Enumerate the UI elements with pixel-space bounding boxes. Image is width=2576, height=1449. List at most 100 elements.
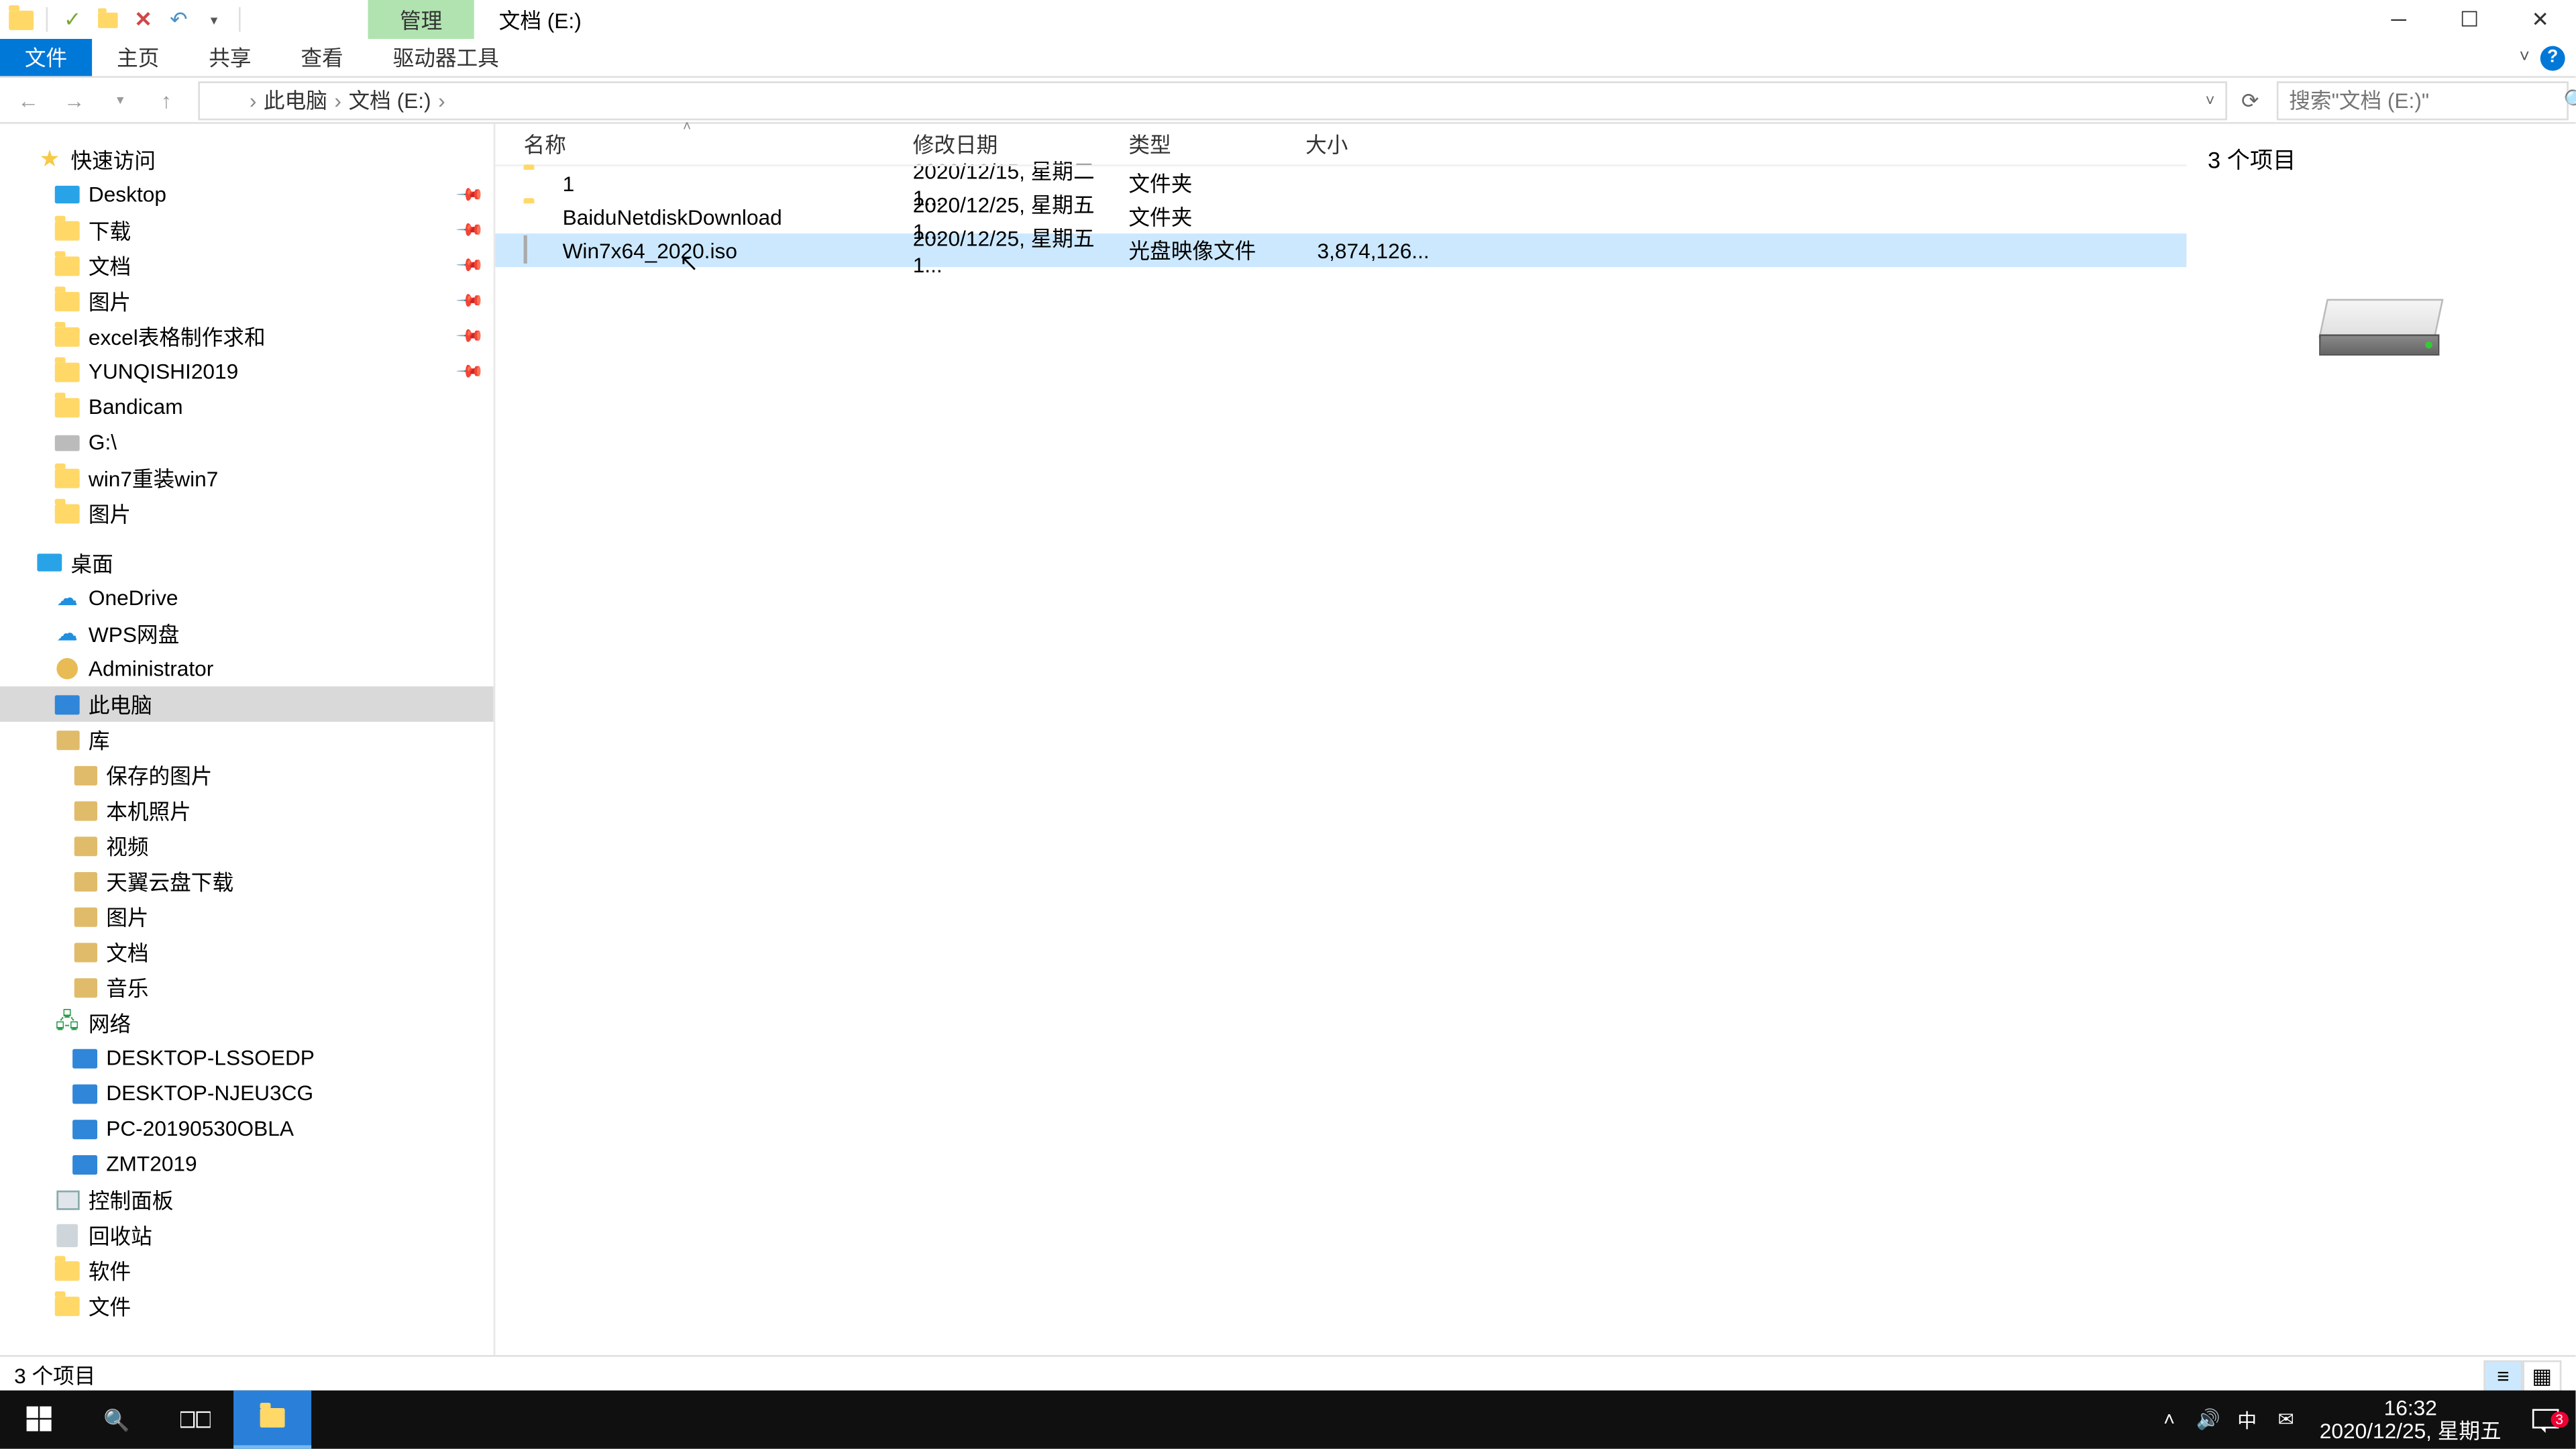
breadcrumb-drive[interactable]: 文档 (E:) <box>349 85 431 115</box>
close-button[interactable]: ✕ <box>2505 0 2575 39</box>
col-name[interactable]: 名称 ˄ <box>524 129 913 160</box>
qat-dropdown-icon[interactable]: ▾ <box>200 5 228 34</box>
preview-summary: 3 个项目 <box>2208 142 2555 175</box>
tray-ime-icon[interactable]: 中 <box>2228 1405 2267 1434</box>
refresh-button[interactable]: ⟳ <box>2231 88 2269 113</box>
tree-extra-item[interactable]: 控制面板 <box>0 1182 494 1218</box>
help-icon[interactable]: ? <box>2540 45 2565 70</box>
tray-clock[interactable]: 16:32 2020/12/25, 星期五 <box>2306 1397 2516 1443</box>
qat-delete-icon[interactable]: ✕ <box>129 5 158 34</box>
file-name: Win7x64_2020.iso <box>563 238 913 263</box>
status-text: 3 个项目 <box>14 1360 95 1391</box>
nav-back-button[interactable]: ← <box>7 80 50 119</box>
address-row: ← → ▾ ↑ › 此电脑 › 文档 (E:) › ˅ ⟳ 🔍 <box>0 78 2575 124</box>
view-thumbnails-button[interactable]: ▦ <box>2522 1360 2561 1391</box>
tree-pinned-item[interactable]: excel表格制作求和📌 <box>0 319 494 354</box>
tree-library-item[interactable]: 保存的图片 <box>0 757 494 793</box>
search-icon[interactable]: 🔍 <box>2563 88 2576 113</box>
tray-overflow-icon[interactable]: ˄ <box>2150 1409 2189 1430</box>
tree-library-item[interactable]: 音乐 <box>0 969 494 1005</box>
ribbon-tab-home[interactable]: 主页 <box>92 39 184 76</box>
col-date[interactable]: 修改日期 <box>913 129 1129 160</box>
item-icon <box>53 286 81 315</box>
tree-network-item[interactable]: DESKTOP-LSSOEDP <box>0 1040 494 1076</box>
item-icon <box>70 973 99 1001</box>
ribbon-tab-file[interactable]: 文件 <box>0 39 92 76</box>
maximize-button[interactable]: ☐ <box>2434 0 2505 39</box>
file-name: 1 <box>563 170 913 195</box>
tree-pinned-item[interactable]: 图片 <box>0 495 494 531</box>
tree-desktop[interactable]: 桌面 <box>0 545 494 580</box>
item-icon <box>53 1221 81 1249</box>
tree-pinned-item[interactable]: YUNQISHI2019📌 <box>0 354 494 389</box>
breadcrumb-pc[interactable]: 此电脑 <box>264 85 327 115</box>
tree-pinned-item[interactable]: 下载📌 <box>0 212 494 248</box>
pc-icon <box>70 1079 99 1108</box>
tree-library-item[interactable]: 图片 <box>0 899 494 934</box>
file-date: 2020/12/25, 星期五 1... <box>913 223 1129 278</box>
view-details-button[interactable]: ≡ <box>2483 1360 2522 1391</box>
search-box[interactable]: 🔍 <box>2277 80 2569 119</box>
file-icon <box>524 236 552 264</box>
col-size[interactable]: 大小 <box>1305 129 1430 160</box>
tree-quick-access[interactable]: ★ 快速访问 <box>0 142 494 177</box>
tree-network-item[interactable]: ZMT2019 <box>0 1146 494 1182</box>
star-icon: ★ <box>36 145 64 173</box>
qat-undo-icon[interactable]: ↶ <box>164 5 193 34</box>
tree-extra-item[interactable]: 文件 <box>0 1288 494 1324</box>
item-icon <box>53 655 81 683</box>
nav-tree[interactable]: ★ 快速访问 Desktop📌下载📌文档📌图片📌excel表格制作求和📌YUNQ… <box>0 124 495 1355</box>
search-input[interactable] <box>2278 88 2563 113</box>
ribbon-tab-view[interactable]: 查看 <box>276 39 368 76</box>
ribbon-tab-share[interactable]: 共享 <box>184 39 276 76</box>
nav-up-button[interactable]: ↑ <box>145 80 187 119</box>
breadcrumb-pc-icon <box>207 86 235 114</box>
tree-network[interactable]: 🖧 网络 <box>0 1005 494 1040</box>
tree-library-item[interactable]: 天翼云盘下载 <box>0 863 494 899</box>
action-center-button[interactable]: 3 <box>2516 1405 2576 1434</box>
tree-pinned-item[interactable]: win7重装win7 <box>0 460 494 496</box>
tree-desktop-item[interactable]: ☁WPS网盘 <box>0 616 494 651</box>
taskbar-search-button[interactable]: 🔍 <box>78 1391 156 1449</box>
tree-pinned-item[interactable]: G:\ <box>0 425 494 460</box>
item-icon <box>53 499 81 527</box>
tray-volume-icon[interactable]: 🔊 <box>2189 1408 2228 1431</box>
breadcrumb[interactable]: › 此电脑 › 文档 (E:) › ˅ <box>198 80 2227 119</box>
nav-forward-button[interactable]: → <box>53 80 95 119</box>
ribbon-expand-icon[interactable]: ˅ <box>2520 48 2530 67</box>
tray-mail-icon[interactable]: ✉ <box>2267 1408 2306 1431</box>
tree-pinned-item[interactable]: 图片📌 <box>0 283 494 319</box>
tree-network-item[interactable]: DESKTOP-NJEU3CG <box>0 1075 494 1111</box>
tree-library-item[interactable]: 文档 <box>0 934 494 969</box>
file-row[interactable]: 12020/12/15, 星期二 1...文件夹 <box>495 166 2186 200</box>
tree-network-item[interactable]: PC-20190530OBLA <box>0 1111 494 1146</box>
file-list[interactable]: 名称 ˄ 修改日期 类型 大小 12020/12/15, 星期二 1...文件夹… <box>495 124 2186 1355</box>
qat-properties-icon[interactable]: ✓ <box>58 5 87 34</box>
minimize-button[interactable]: ─ <box>2363 0 2434 39</box>
taskbar[interactable]: 🔍 ˄ 🔊 中 ✉ 16:32 2020/12/25, 星期五 3 <box>0 1391 2575 1449</box>
file-row[interactable]: BaiduNetdiskDownload2020/12/25, 星期五 1...… <box>495 200 2186 233</box>
tree-library-item[interactable]: 本机照片 <box>0 792 494 828</box>
tree-desktop-item[interactable]: 库 <box>0 722 494 757</box>
qat-new-folder-icon[interactable] <box>94 5 122 34</box>
item-icon <box>53 690 81 718</box>
tree-extra-item[interactable]: 回收站 <box>0 1217 494 1252</box>
tree-desktop-item[interactable]: ☁OneDrive <box>0 580 494 616</box>
tree-pinned-item[interactable]: Desktop📌 <box>0 177 494 213</box>
task-view-button[interactable] <box>156 1391 233 1449</box>
tree-pinned-item[interactable]: 文档📌 <box>0 248 494 283</box>
nav-recent-dropdown[interactable]: ▾ <box>99 80 142 119</box>
tree-library-item[interactable]: 视频 <box>0 828 494 863</box>
breadcrumb-dropdown-icon[interactable]: ˅ <box>2195 91 2226 109</box>
tree-desktop-item[interactable]: Administrator <box>0 651 494 686</box>
column-headers[interactable]: 名称 ˄ 修改日期 类型 大小 <box>495 124 2186 166</box>
col-type[interactable]: 类型 <box>1128 129 1305 160</box>
taskbar-explorer-button[interactable] <box>233 1391 311 1449</box>
item-icon <box>70 796 99 824</box>
ribbon-tab-drive-tools[interactable]: 驱动器工具 <box>368 39 524 76</box>
tree-extra-item[interactable]: 软件 <box>0 1252 494 1288</box>
tree-desktop-item[interactable]: 此电脑 <box>0 686 494 722</box>
tree-pinned-item[interactable]: Bandicam <box>0 389 494 425</box>
file-row[interactable]: Win7x64_2020.iso2020/12/25, 星期五 1...光盘映像… <box>495 233 2186 267</box>
start-button[interactable] <box>0 1391 78 1449</box>
